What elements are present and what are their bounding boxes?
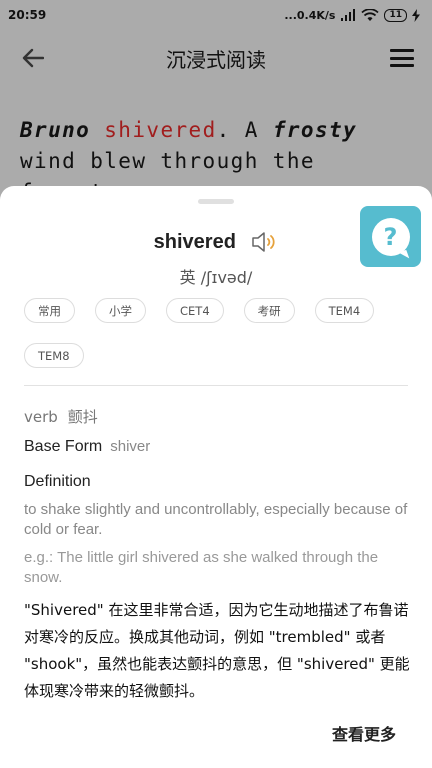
charging-icon	[412, 8, 420, 22]
definition-text: to shake slightly and uncontrollably, es…	[24, 501, 408, 538]
menu-line	[390, 64, 414, 67]
part-of-speech-row: verb 颤抖	[24, 406, 98, 427]
tag-chip[interactable]: TEM8	[24, 343, 84, 368]
menu-line	[390, 56, 414, 60]
tag-chip[interactable]: TEM4	[314, 298, 375, 323]
speaker-icon[interactable]	[250, 230, 278, 254]
example-sentence: e.g.: The little girl shivered as she wa…	[24, 549, 379, 586]
translation: 颤抖	[67, 408, 98, 426]
definition-label: Definition	[24, 473, 91, 490]
tag-chip[interactable]: 常用	[24, 298, 75, 323]
part-of-speech: verb	[24, 408, 58, 426]
divider	[24, 385, 408, 386]
battery-level: 11	[389, 10, 402, 20]
context-explanation: "Shivered" 在这里非常合适，因为它生动地描述了布鲁诺对寒冷的反应。换成…	[24, 601, 410, 700]
wifi-icon	[361, 8, 380, 21]
arrow-left-icon	[22, 48, 44, 68]
base-form-label: Base Form	[24, 438, 103, 455]
battery-icon: 11	[384, 8, 407, 22]
level-tags: 常用 小学 CET4 考研 TEM4 TEM8	[24, 298, 408, 368]
tag-chip[interactable]: 考研	[243, 298, 295, 323]
base-form-row: Base Form shiver	[24, 438, 150, 456]
tag-chip[interactable]: 小学	[95, 298, 146, 323]
phonetic: 英 /ʃɪvəd/	[179, 268, 253, 287]
passage-name[interactable]: Bruno	[20, 118, 90, 142]
passage-text-after: . A	[216, 118, 273, 142]
base-form-value: shiver	[110, 438, 151, 455]
status-icons: ...0.4K/s 11	[284, 8, 420, 22]
status-bar: 20:59 ...0.4K/s 11	[0, 0, 432, 30]
passage-adjective[interactable]: frosty	[273, 118, 357, 142]
tag-chip[interactable]: CET4	[166, 298, 224, 323]
menu-button[interactable]	[388, 45, 416, 71]
sheet-drag-handle[interactable]	[198, 199, 234, 204]
passage-highlighted-word[interactable]: shivered	[104, 118, 216, 142]
word-header: shivered	[0, 230, 432, 254]
signal-icon	[341, 9, 356, 21]
status-time: 20:59	[8, 8, 47, 22]
see-more-button[interactable]: 查看更多	[332, 721, 396, 745]
word-title: shivered	[153, 230, 236, 253]
back-button[interactable]	[18, 44, 48, 72]
network-speed: ...0.4K/s	[284, 8, 336, 22]
page-title: 沉浸式阅读	[166, 47, 266, 72]
hamburger-menu-icon	[390, 49, 414, 52]
app-bar: 沉浸式阅读	[0, 30, 432, 86]
